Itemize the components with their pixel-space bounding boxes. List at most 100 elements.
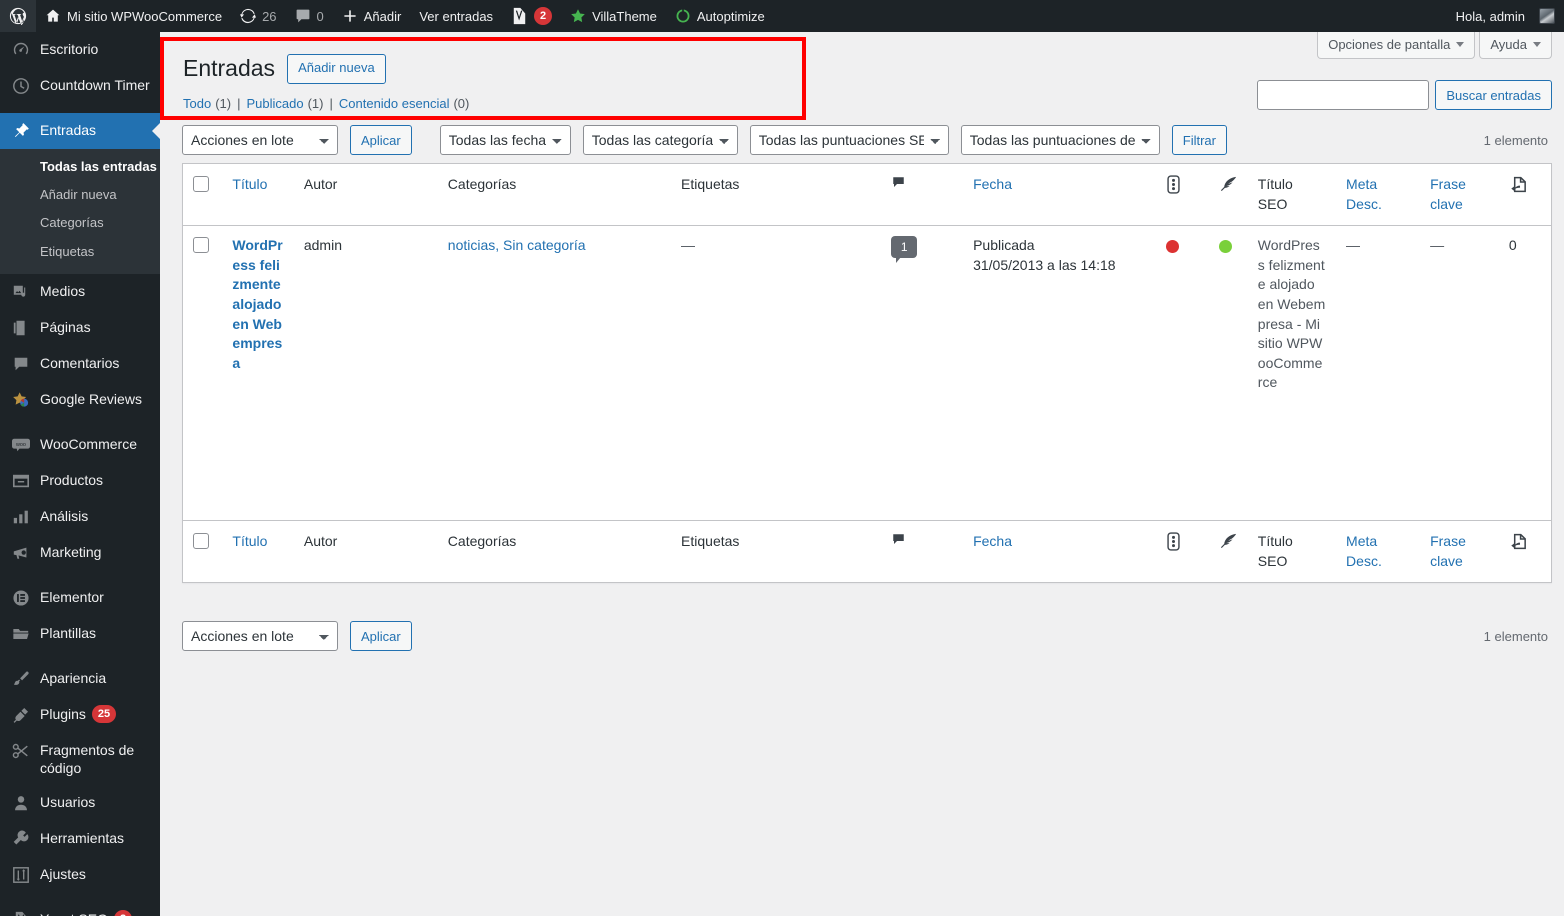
- bulk-apply-button-top[interactable]: Aplicar: [350, 125, 412, 155]
- elementor-icon: [11, 588, 31, 608]
- column-header-categories: Categorías: [437, 163, 672, 227]
- home-icon: [45, 8, 61, 24]
- sidebar-item-analisis[interactable]: Análisis: [0, 499, 160, 535]
- sidebar-item-marketing[interactable]: Marketing: [0, 535, 160, 571]
- my-account-menu[interactable]: Hola, admin: [1447, 0, 1564, 32]
- column-footer-meta-desc-link[interactable]: Meta Desc.: [1346, 533, 1382, 569]
- screen-meta-links: Opciones de pantalla Ayuda: [1317, 32, 1552, 59]
- updates-menu[interactable]: 26: [231, 0, 285, 32]
- sidebar-item-google-reviews[interactable]: Google Reviews: [0, 382, 160, 418]
- autoptimize-menu[interactable]: Autoptimize: [666, 0, 774, 32]
- column-footer-categories: Categorías: [437, 520, 672, 583]
- media-icon: [11, 282, 31, 302]
- column-footer-readability[interactable]: [1208, 520, 1248, 583]
- sidebar-item-label: WooCommerce: [40, 435, 137, 452]
- sidebar-item-apariencia[interactable]: Apariencia: [0, 661, 160, 697]
- filter-button[interactable]: Filtrar: [1171, 125, 1227, 155]
- column-footer-date-link[interactable]: Fecha: [973, 533, 1012, 549]
- view-filter-todo-count: (1): [215, 95, 232, 111]
- comments-menu[interactable]: 0: [286, 0, 333, 32]
- seo-score-dot[interactable]: [1166, 240, 1180, 254]
- readability-score-dot[interactable]: [1218, 240, 1232, 254]
- table-footer-row: Título Autor Categorías Etiquetas Fecha: [182, 520, 1552, 583]
- row-readability-cell: [1209, 226, 1248, 521]
- row-select-checkbox[interactable]: [193, 237, 209, 254]
- submenu-item-categorias[interactable]: Categorías: [0, 209, 160, 237]
- menu-separator: [0, 571, 160, 580]
- bulk-action-select-bottom[interactable]: Acciones en lote: [182, 621, 338, 651]
- sidebar-item-label-text: Yoast SEO: [40, 910, 108, 916]
- villatheme-menu[interactable]: VillaTheme: [561, 0, 666, 32]
- sidebar-item-woocommerce[interactable]: woo WooCommerce: [0, 427, 160, 463]
- sidebar-item-yoast-seo[interactable]: Yoast SEO 2: [0, 902, 160, 916]
- screen-options-button[interactable]: Opciones de pantalla: [1317, 32, 1476, 59]
- sidebar-item-countdown-timer[interactable]: Countdown Timer: [0, 68, 160, 104]
- column-header-meta-desc: Meta Desc.: [1336, 163, 1421, 227]
- column-footer-seo-title: Título SEO: [1247, 520, 1337, 583]
- submenu-item-anadir-nueva[interactable]: Añadir nueva: [0, 181, 160, 209]
- column-footer-title: Título: [222, 520, 294, 583]
- sidebar-item-usuarios[interactable]: Usuarios: [0, 785, 160, 821]
- filter-seo-score-select[interactable]: Todas las puntuaciones SEO: [749, 125, 949, 155]
- column-header-meta-desc-link[interactable]: Meta Desc.: [1346, 176, 1382, 212]
- sidebar-item-elementor[interactable]: Elementor: [0, 580, 160, 616]
- search-input[interactable]: [1257, 80, 1430, 110]
- sidebar-item-entradas[interactable]: Entradas: [0, 113, 160, 149]
- view-filter-todo-link[interactable]: Todo: [183, 96, 211, 111]
- admin-sidebar: Escritorio Countdown Timer Entradas Toda…: [0, 32, 160, 916]
- post-author-link[interactable]: admin: [304, 237, 342, 253]
- help-button[interactable]: Ayuda: [1479, 32, 1552, 59]
- sidebar-item-fragmentos-de-codigo[interactable]: Fragmentos de código: [0, 733, 160, 785]
- sidebar-item-escritorio[interactable]: Escritorio: [0, 32, 160, 68]
- autoptimize-label: Autoptimize: [696, 8, 765, 24]
- bulk-action-select-top[interactable]: Acciones en lote: [182, 125, 338, 155]
- view-posts-link[interactable]: Ver entradas: [410, 0, 502, 32]
- post-categories-links[interactable]: noticias, Sin categoría: [448, 237, 586, 253]
- column-header-incoming-links[interactable]: [1498, 163, 1552, 227]
- submenu-item-etiquetas[interactable]: Etiquetas: [0, 238, 160, 266]
- yoast-seo-menu[interactable]: 2: [502, 0, 561, 32]
- main-content: Opciones de pantalla Ayuda Entradas Añad…: [160, 32, 1564, 916]
- select-all-checkbox-top[interactable]: [193, 176, 209, 192]
- filter-dates-select[interactable]: Todas las fechas: [439, 125, 571, 155]
- new-content-menu[interactable]: Añadir: [333, 0, 411, 32]
- sidebar-item-productos[interactable]: Productos: [0, 463, 160, 499]
- column-footer-incoming-links[interactable]: [1498, 520, 1552, 583]
- search-button[interactable]: Buscar entradas: [1435, 80, 1552, 110]
- sidebar-item-plantillas[interactable]: Plantillas: [0, 616, 160, 652]
- sidebar-item-plugins[interactable]: Plugins 25: [0, 697, 160, 733]
- filter-readability-select[interactable]: Todas las puntuaciones de legibilidad: [960, 125, 1160, 155]
- column-header-title-link[interactable]: Título: [232, 176, 267, 192]
- bulk-apply-button-bottom[interactable]: Aplicar: [350, 621, 412, 651]
- sidebar-item-medios[interactable]: Medios: [0, 274, 160, 310]
- view-filter-contenido-esencial-link[interactable]: Contenido esencial: [339, 96, 450, 111]
- add-new-button[interactable]: Añadir nueva: [287, 54, 386, 84]
- sidebar-item-paginas[interactable]: Páginas: [0, 310, 160, 346]
- view-filter-publicado-link[interactable]: Publicado: [246, 96, 303, 111]
- villatheme-label: VillaTheme: [592, 8, 657, 24]
- column-header-date-link[interactable]: Fecha: [973, 176, 1012, 192]
- column-header-seo-score[interactable]: [1156, 163, 1209, 227]
- row-seo-score-cell: [1156, 226, 1209, 521]
- wp-logo-menu[interactable]: [0, 0, 36, 32]
- sidebar-item-herramientas[interactable]: Herramientas: [0, 821, 160, 857]
- column-footer-title-link[interactable]: Título: [232, 533, 267, 549]
- submenu-item-todas-las-entradas[interactable]: Todas las entradas: [0, 153, 160, 181]
- admin-bar: Mi sitio WPWooCommerce 26 0 Añadir Ver e…: [0, 0, 1564, 32]
- woo-icon: woo: [11, 435, 31, 455]
- column-footer-seo-score[interactable]: [1156, 520, 1209, 583]
- column-header-comments[interactable]: [881, 163, 964, 227]
- wordpress-icon: [9, 7, 27, 25]
- post-title-link[interactable]: WordPress felizmente alojado en Webempre…: [232, 237, 282, 371]
- sidebar-item-comentarios[interactable]: Comentarios: [0, 346, 160, 382]
- column-footer-comments[interactable]: [881, 520, 964, 583]
- site-name-menu[interactable]: Mi sitio WPWooCommerce: [36, 0, 231, 32]
- select-all-checkbox-bottom[interactable]: [193, 533, 209, 550]
- column-header-keyphrase-link[interactable]: Frase clave: [1430, 176, 1466, 212]
- filter-categories-select[interactable]: Todas las categorías: [582, 125, 738, 155]
- sidebar-item-ajustes[interactable]: Ajustes: [0, 857, 160, 893]
- column-footer-keyphrase-link[interactable]: Frase clave: [1430, 533, 1466, 569]
- comment-count-bubble[interactable]: 1: [891, 236, 918, 264]
- column-header-tags: Etiquetas: [671, 163, 882, 227]
- column-header-readability[interactable]: [1208, 163, 1248, 227]
